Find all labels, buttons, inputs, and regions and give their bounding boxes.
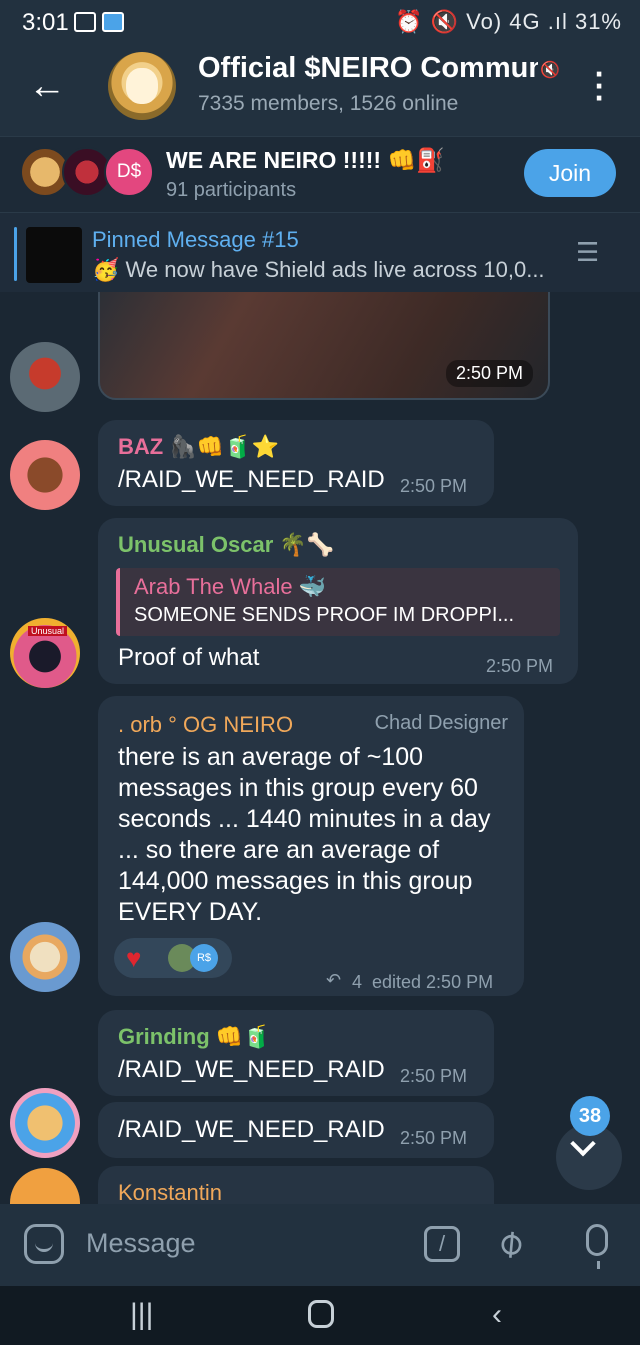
reaction-pill[interactable]: ♥ R$ — [114, 938, 232, 978]
status-time: 3:01 — [22, 9, 69, 36]
message-list[interactable]: 2:50 PM BAZ 🦍👊🧃⭐ /RAID_WE_NEED_RAID 2:50… — [0, 292, 640, 1204]
recent-apps-icon[interactable]: ||| — [130, 1298, 153, 1332]
attach-icon[interactable]: ⌀ — [486, 1218, 533, 1267]
sender-name[interactable]: Unusual Oscar 🌴🦴 — [118, 532, 334, 558]
photo-message[interactable]: 2:50 PM — [98, 292, 550, 400]
admin-title: Chad Designer — [374, 712, 508, 734]
message-bubble[interactable]: BAZ 🦍👊🧃⭐ /RAID_WE_NEED_RAID 2:50 PM — [98, 420, 494, 506]
message-bubble[interactable]: . orb ° OG NEIRO Chad Designer there is … — [98, 696, 524, 996]
message-bubble[interactable]: Unusual Oscar 🌴🦴 Arab The Whale 🐳 SOMEON… — [98, 518, 578, 684]
bot-command-link[interactable]: /RAID_WE_NEED_RAID — [118, 1054, 385, 1085]
chat-member-count: 7335 members, 1526 online — [198, 92, 459, 115]
status-indicators: ⏰ 🔇 Vo) 4G .ıl 31% — [395, 9, 622, 34]
message-bubble[interactable]: Grinding 👊🧃 /RAID_WE_NEED_RAID 2:50 PM — [98, 1010, 494, 1096]
back-arrow-icon[interactable]: ← — [28, 66, 66, 106]
reply-sender-name: Arab The Whale 🐳 — [134, 574, 327, 599]
emoji-icon[interactable] — [24, 1224, 64, 1264]
reply-count[interactable]: 4 — [352, 972, 362, 993]
more-options-icon[interactable]: · · · — [590, 58, 610, 114]
reply-quote[interactable]: Arab The Whale 🐳 SOMEONE SENDS PROOF IM … — [116, 568, 560, 636]
dog-face-icon — [126, 68, 158, 104]
banner-participants: 91 participants — [166, 179, 297, 201]
home-icon[interactable] — [308, 1300, 334, 1328]
sender-name[interactable]: Konstantin — [118, 1180, 222, 1204]
message-composer: Message / ⌀ — [0, 1204, 640, 1286]
sender-name[interactable]: Grinding 👊🧃 — [118, 1024, 271, 1050]
app-notification-icon — [102, 12, 124, 32]
user-avatar[interactable] — [10, 440, 80, 510]
reply-text: SOMEONE SENDS PROOF IM DROPPI... — [134, 604, 515, 626]
sender-name[interactable]: . orb ° OG NEIRO — [118, 712, 293, 738]
user-avatar[interactable]: K — [10, 1168, 80, 1204]
pinned-list-icon[interactable]: ☰ — [576, 237, 599, 268]
chat-title[interactable]: Official $NEIRO Commun — [198, 52, 538, 85]
bot-command-link[interactable]: /RAID_WE_NEED_RAID — [118, 1114, 385, 1145]
pinned-message-bar[interactable]: Pinned Message #15 🥳 We now have Shield … — [0, 212, 640, 292]
participant-avatar: D$ — [104, 147, 154, 197]
muted-icon: 🔇 — [540, 62, 560, 79]
message-text: there is an average of ~100 messages in … — [118, 743, 491, 926]
message-bubble[interactable]: /RAID_WE_NEED_RAID 2:50 PM — [98, 1102, 494, 1158]
status-bar: 3:01 ⏰ 🔇 Vo) 4G .ıl 31% — [0, 0, 640, 44]
message-time: 2:50 PM — [400, 1066, 468, 1086]
user-avatar[interactable]: Unusual — [10, 618, 80, 688]
gallery-icon — [74, 12, 96, 32]
unread-count-badge: 38 — [570, 1096, 610, 1136]
sender-name[interactable]: BAZ 🦍👊🧃⭐ — [118, 434, 279, 460]
system-nav-bar: ||| ‹ — [0, 1286, 640, 1345]
group-call-banner[interactable]: D$ WE ARE NEIRO !!!!! 👊⛽ 91 participants… — [0, 136, 640, 212]
message-time: 2:50 PM — [400, 476, 468, 496]
pinned-thumbnail — [26, 227, 82, 283]
banner-title: WE ARE NEIRO !!!!! 👊⛽ — [166, 147, 445, 173]
reply-arrow-icon: ↶ — [326, 970, 342, 990]
pinned-title: Pinned Message #15 — [92, 227, 299, 252]
back-nav-icon[interactable]: ‹ — [492, 1298, 502, 1332]
chat-header: ← Official $NEIRO Commun 🔇 7335 members,… — [0, 44, 640, 136]
bot-commands-icon[interactable]: / — [424, 1226, 460, 1262]
user-avatar[interactable] — [10, 1088, 80, 1158]
message-time: 2:50 PM — [486, 656, 554, 676]
join-button[interactable]: Join — [524, 149, 616, 197]
reactor-avatar: R$ — [190, 944, 218, 972]
pinned-indicator — [14, 227, 17, 281]
bot-command-link[interactable]: /RAID_WE_NEED_RAID — [118, 464, 385, 495]
message-time: edited 2:50 PM — [372, 972, 494, 992]
group-avatar[interactable] — [108, 52, 176, 120]
message-time: 2:50 PM — [400, 1128, 468, 1148]
message-input[interactable]: Message — [86, 1228, 196, 1259]
pinned-text: 🥳 We now have Shield ads live across 10,… — [92, 257, 545, 282]
message-bubble[interactable]: Konstantin — [98, 1166, 494, 1204]
heart-reaction-icon: ♥ — [126, 943, 142, 973]
message-text: Proof of what — [118, 644, 260, 671]
user-avatar[interactable] — [10, 922, 80, 992]
user-avatar[interactable] — [10, 342, 80, 412]
avatar-badge-text: Unusual — [28, 626, 68, 636]
photo-timestamp: 2:50 PM — [446, 360, 534, 387]
microphone-icon[interactable] — [586, 1224, 608, 1269]
